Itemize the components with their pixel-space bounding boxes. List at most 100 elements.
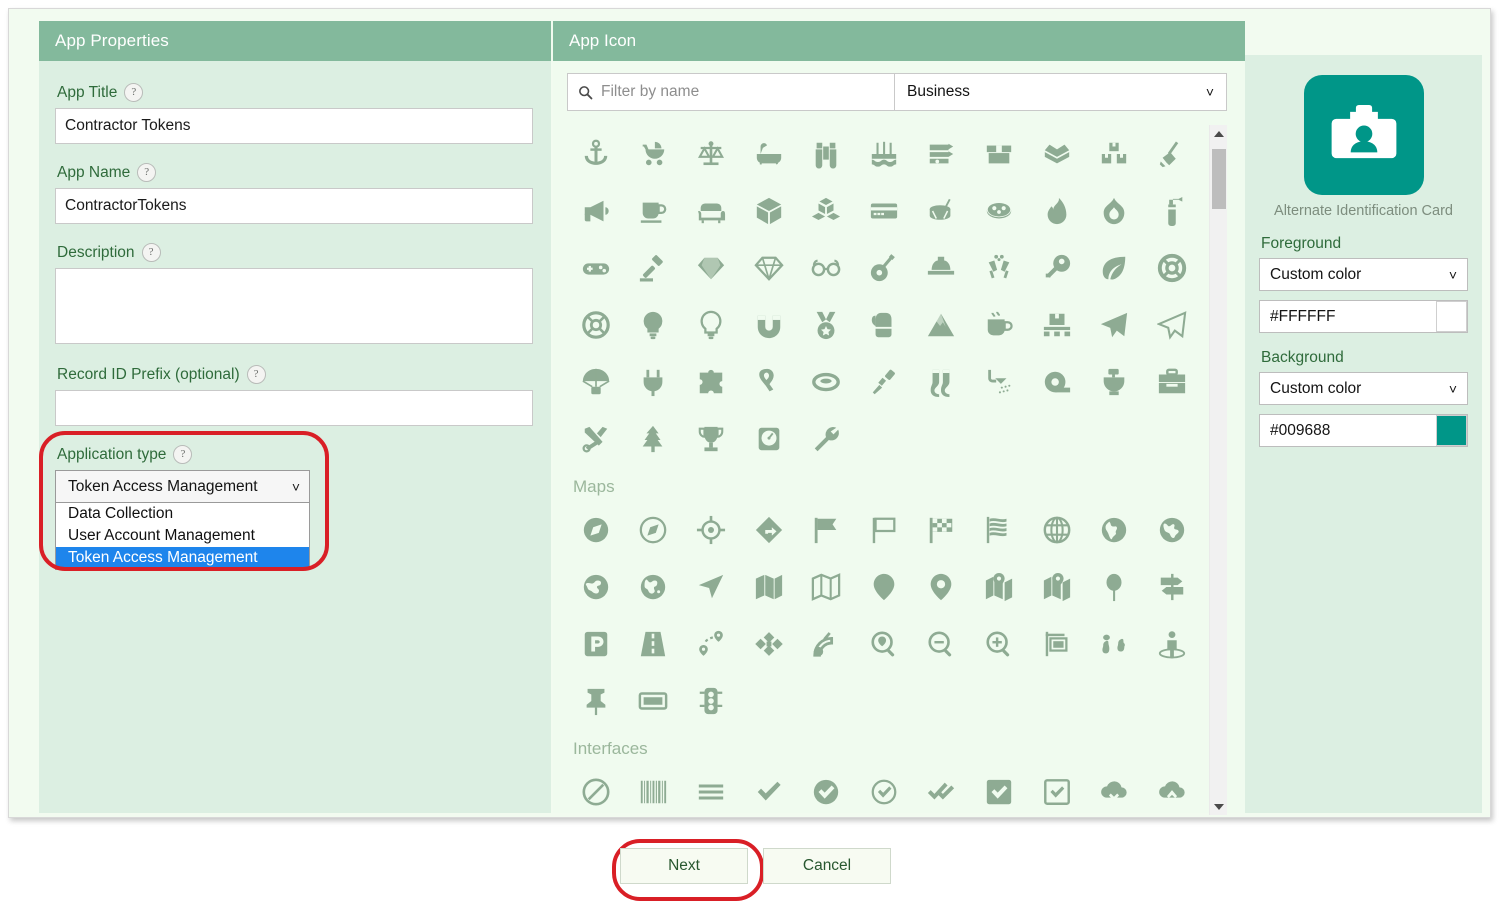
- mitten-icon[interactable]: [855, 296, 913, 353]
- cancel-button[interactable]: Cancel: [763, 848, 891, 884]
- box-icon[interactable]: [970, 125, 1028, 182]
- signpost-icon[interactable]: [1143, 558, 1201, 615]
- drum-icon[interactable]: [913, 182, 971, 239]
- flame-icon[interactable]: [1028, 182, 1086, 239]
- square-check-filled-icon[interactable]: [970, 763, 1028, 815]
- square-check-outline-icon[interactable]: [1028, 763, 1086, 815]
- icon-grid-business[interactable]: [567, 125, 1201, 467]
- ring-icon[interactable]: [797, 353, 855, 410]
- gem-icon[interactable]: [682, 239, 740, 296]
- magnet-icon[interactable]: [740, 296, 798, 353]
- mug-hot-icon[interactable]: [970, 296, 1028, 353]
- next-button[interactable]: Next: [620, 848, 748, 884]
- cheers-icon[interactable]: [970, 239, 1028, 296]
- foreground-mode-select[interactable]: Custom color ˅: [1259, 258, 1468, 291]
- search-location-icon[interactable]: [855, 615, 913, 672]
- lightbulb-icon[interactable]: [625, 296, 683, 353]
- parking-icon[interactable]: [567, 615, 625, 672]
- road-icon[interactable]: [625, 615, 683, 672]
- application-type-select[interactable]: Token Access Management ˅: [55, 470, 310, 503]
- location-dot-icon[interactable]: [913, 558, 971, 615]
- satellite-icon[interactable]: [740, 615, 798, 672]
- description-textarea[interactable]: [55, 268, 533, 344]
- drum-top-icon[interactable]: [970, 182, 1028, 239]
- pin-icon[interactable]: [1085, 558, 1143, 615]
- paper-plane-icon[interactable]: [1085, 296, 1143, 353]
- ban-icon[interactable]: [567, 763, 625, 815]
- anchor-icon[interactable]: [567, 125, 625, 182]
- flag-outline-icon[interactable]: [855, 501, 913, 558]
- flag-checkered-icon[interactable]: [913, 501, 971, 558]
- scroll-up-arrow-icon[interactable]: [1210, 125, 1227, 142]
- help-icon[interactable]: ?: [173, 445, 193, 464]
- cloud-download-icon[interactable]: [1085, 763, 1143, 815]
- street-view-icon[interactable]: [1143, 615, 1201, 672]
- toilet-icon[interactable]: [1085, 353, 1143, 410]
- shoe-prints-icon[interactable]: [1085, 615, 1143, 672]
- wrench-icon[interactable]: [797, 410, 855, 467]
- application-type-option-selected[interactable]: Token Access Management: [56, 547, 309, 569]
- compass-outline-icon[interactable]: [625, 501, 683, 558]
- circle-check-filled-icon[interactable]: [797, 763, 855, 815]
- thumbtack-icon[interactable]: [567, 672, 625, 729]
- icon-scrollbar[interactable]: [1209, 125, 1227, 815]
- couch-icon[interactable]: [682, 182, 740, 239]
- weight-scale-icon[interactable]: [740, 410, 798, 467]
- tree-icon[interactable]: [625, 410, 683, 467]
- baby-carriage-icon[interactable]: [625, 125, 683, 182]
- diamond-turn-right-icon[interactable]: [740, 501, 798, 558]
- app-title-input[interactable]: [55, 108, 533, 144]
- cubes-icon[interactable]: [797, 182, 855, 239]
- earth-americas-icon[interactable]: [1143, 501, 1201, 558]
- key-icon[interactable]: [1028, 239, 1086, 296]
- diamond-icon[interactable]: [740, 239, 798, 296]
- scrollbar-thumb[interactable]: [1212, 149, 1226, 209]
- toolbox-icon[interactable]: [1143, 353, 1201, 410]
- coffee-cup-icon[interactable]: [625, 182, 683, 239]
- foreground-color-swatch[interactable]: [1436, 301, 1467, 332]
- globe-grid-icon[interactable]: [1028, 501, 1086, 558]
- icon-grid-maps[interactable]: [567, 501, 1201, 729]
- boxes-stacked-icon[interactable]: [1085, 125, 1143, 182]
- open-box-icon[interactable]: [1028, 125, 1086, 182]
- tape-icon[interactable]: [1028, 353, 1086, 410]
- help-icon[interactable]: ?: [137, 163, 157, 182]
- map-outline-icon[interactable]: [797, 558, 855, 615]
- medal-icon[interactable]: [797, 296, 855, 353]
- flag-usa-icon[interactable]: [970, 501, 1028, 558]
- satellite-dish-icon[interactable]: [797, 615, 855, 672]
- cloud-upload-icon[interactable]: [1143, 763, 1201, 815]
- screwdriver-icon[interactable]: [855, 353, 913, 410]
- scroll-down-arrow-icon[interactable]: [1210, 798, 1227, 815]
- bars-icon[interactable]: [682, 763, 740, 815]
- gavel-icon[interactable]: [625, 239, 683, 296]
- icon-category-select[interactable]: Business ˅: [895, 73, 1227, 111]
- lifebuoy-icon[interactable]: [567, 296, 625, 353]
- plug-icon[interactable]: [625, 353, 683, 410]
- help-icon[interactable]: ?: [124, 83, 144, 102]
- binoculars-icon[interactable]: [797, 125, 855, 182]
- mountain-icon[interactable]: [913, 296, 971, 353]
- help-icon[interactable]: ?: [141, 243, 161, 262]
- map-pin-icon[interactable]: [855, 558, 913, 615]
- compass-filled-icon[interactable]: [567, 501, 625, 558]
- map-location-dot-icon[interactable]: [1028, 558, 1086, 615]
- crosshairs-icon[interactable]: [682, 501, 740, 558]
- lightbulb-outline-icon[interactable]: [682, 296, 740, 353]
- help-icon[interactable]: ?: [246, 365, 266, 384]
- trophy-icon[interactable]: [682, 410, 740, 467]
- route-icon[interactable]: [682, 615, 740, 672]
- ribbon-icon[interactable]: [740, 353, 798, 410]
- balance-scale-icon[interactable]: [682, 125, 740, 182]
- socks-icon[interactable]: [913, 353, 971, 410]
- life-ring-icon[interactable]: [1143, 239, 1201, 296]
- check-icon[interactable]: [740, 763, 798, 815]
- bullhorn-icon[interactable]: [567, 182, 625, 239]
- paper-plane-outline-icon[interactable]: [1143, 296, 1201, 353]
- application-type-options[interactable]: Data Collection User Account Management …: [55, 503, 310, 570]
- icon-search-box[interactable]: Filter by name: [567, 73, 895, 111]
- traffic-light-icon[interactable]: [682, 672, 740, 729]
- record-id-prefix-input[interactable]: [55, 390, 533, 426]
- guitar-icon[interactable]: [855, 239, 913, 296]
- glasses-icon[interactable]: [797, 239, 855, 296]
